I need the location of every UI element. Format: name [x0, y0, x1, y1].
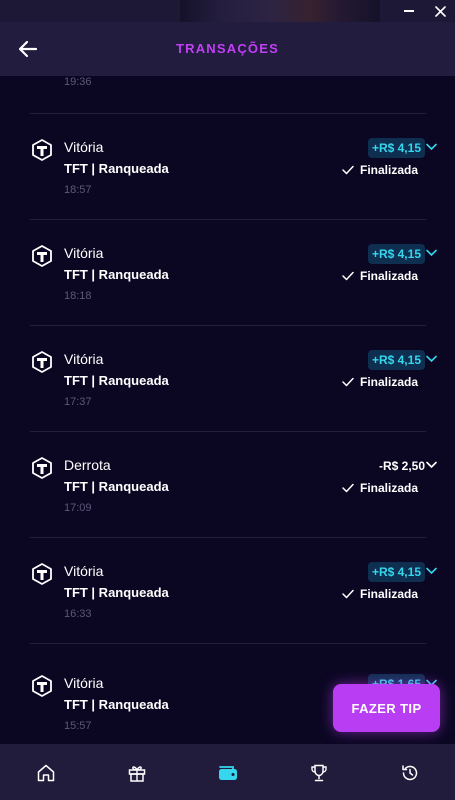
- transaction-amount: +R$ 4,15: [367, 350, 425, 370]
- window-titlebar: [0, 0, 455, 22]
- bottom-navigation: [0, 744, 455, 800]
- transaction-game: TFT | Ranqueada: [64, 585, 169, 600]
- page-header: TRANSAÇÕES: [0, 22, 455, 76]
- home-icon: [37, 764, 55, 782]
- transaction-game: TFT | Ranqueada: [64, 373, 169, 388]
- close-button[interactable]: [428, 2, 452, 20]
- check-icon: [342, 483, 354, 493]
- transactions-list[interactable]: 19:36 Vitória TFT | Ranqueada 18:57 +R$ …: [0, 76, 455, 744]
- transaction-item[interactable]: Vitória TFT | Ranqueada 18:18 +R$ 4,15 F…: [0, 220, 455, 326]
- transaction-game: TFT | Ranqueada: [64, 161, 169, 176]
- minimize-icon: [404, 10, 414, 12]
- transaction-time: 17:09: [64, 502, 92, 514]
- close-icon: [434, 5, 446, 17]
- transaction-item[interactable]: Vitória TFT | Ranqueada 17:37 +R$ 4,15 F…: [0, 326, 455, 432]
- check-icon: [342, 377, 354, 387]
- transaction-status: Finalizada: [342, 481, 418, 495]
- titlebar-artwork: [180, 0, 380, 22]
- transaction-result: Vitória: [64, 351, 104, 367]
- chevron-down-icon[interactable]: [426, 461, 437, 469]
- tft-game-icon: [32, 351, 52, 373]
- make-tip-button[interactable]: FAZER TIP: [333, 684, 440, 732]
- transaction-time: 17:37: [64, 396, 92, 408]
- status-label: Finalizada: [359, 587, 418, 601]
- wallet-icon: [219, 766, 237, 780]
- check-icon: [342, 271, 354, 281]
- chevron-down-icon[interactable]: [426, 355, 437, 363]
- status-label: Finalizada: [359, 163, 418, 177]
- transaction-item[interactable]: Derrota TFT | Ranqueada 17:09 -R$ 2,50 F…: [0, 432, 455, 538]
- nav-rewards[interactable]: [125, 761, 149, 785]
- gift-icon: [128, 766, 146, 782]
- check-icon: [342, 165, 354, 175]
- nav-home[interactable]: [34, 761, 58, 785]
- transaction-result: Derrota: [64, 457, 111, 473]
- transaction-game: TFT | Ranqueada: [64, 697, 169, 712]
- transaction-amount: +R$ 4,15: [367, 138, 425, 158]
- transaction-amount: +R$ 4,15: [367, 244, 425, 264]
- trophy-icon: [311, 764, 327, 782]
- transaction-status: Finalizada: [342, 269, 418, 283]
- transaction-time: 16:33: [64, 608, 92, 620]
- page-title: TRANSAÇÕES: [175, 41, 279, 56]
- transaction-amount: +R$ 4,15: [367, 562, 425, 582]
- nav-ranking[interactable]: [307, 761, 331, 785]
- tft-game-icon: [32, 675, 52, 697]
- chevron-down-icon[interactable]: [426, 143, 437, 151]
- minimize-button[interactable]: [397, 2, 421, 20]
- transaction-status: Finalizada: [342, 375, 418, 389]
- tft-game-icon: [32, 457, 52, 479]
- chevron-down-icon[interactable]: [426, 567, 437, 575]
- status-label: Finalizada: [359, 481, 418, 495]
- chevron-down-icon[interactable]: [426, 249, 437, 257]
- transaction-result: Vitória: [64, 675, 104, 691]
- transaction-game: TFT | Ranqueada: [64, 267, 169, 282]
- transaction-item[interactable]: Vitória TFT | Ranqueada 16:33 +R$ 4,15 F…: [0, 538, 455, 644]
- transaction-time: 18:57: [64, 184, 92, 196]
- transaction-status: Finalizada: [342, 163, 418, 177]
- transaction-game: TFT | Ranqueada: [64, 479, 169, 494]
- status-label: Finalizada: [359, 375, 418, 389]
- transaction-amount: -R$ 2,50: [378, 459, 425, 473]
- transaction-result: Vitória: [64, 563, 104, 579]
- divider: [30, 643, 426, 644]
- transaction-time: 18:18: [64, 290, 92, 302]
- nav-history[interactable]: [398, 761, 422, 785]
- transaction-result: Vitória: [64, 139, 104, 155]
- tft-game-icon: [32, 245, 52, 267]
- history-icon: [402, 765, 418, 781]
- tft-game-icon: [32, 563, 52, 585]
- transaction-time: 19:36: [64, 76, 92, 88]
- transaction-time: 15:57: [64, 720, 92, 732]
- tft-game-icon: [32, 139, 52, 161]
- check-icon: [342, 589, 354, 599]
- transaction-item[interactable]: Vitória TFT | Ranqueada 18:57 +R$ 4,15 F…: [0, 114, 455, 220]
- status-label: Finalizada: [359, 269, 418, 283]
- transaction-result: Vitória: [64, 245, 104, 261]
- nav-wallet[interactable]: [216, 761, 240, 785]
- transaction-status: Finalizada: [342, 587, 418, 601]
